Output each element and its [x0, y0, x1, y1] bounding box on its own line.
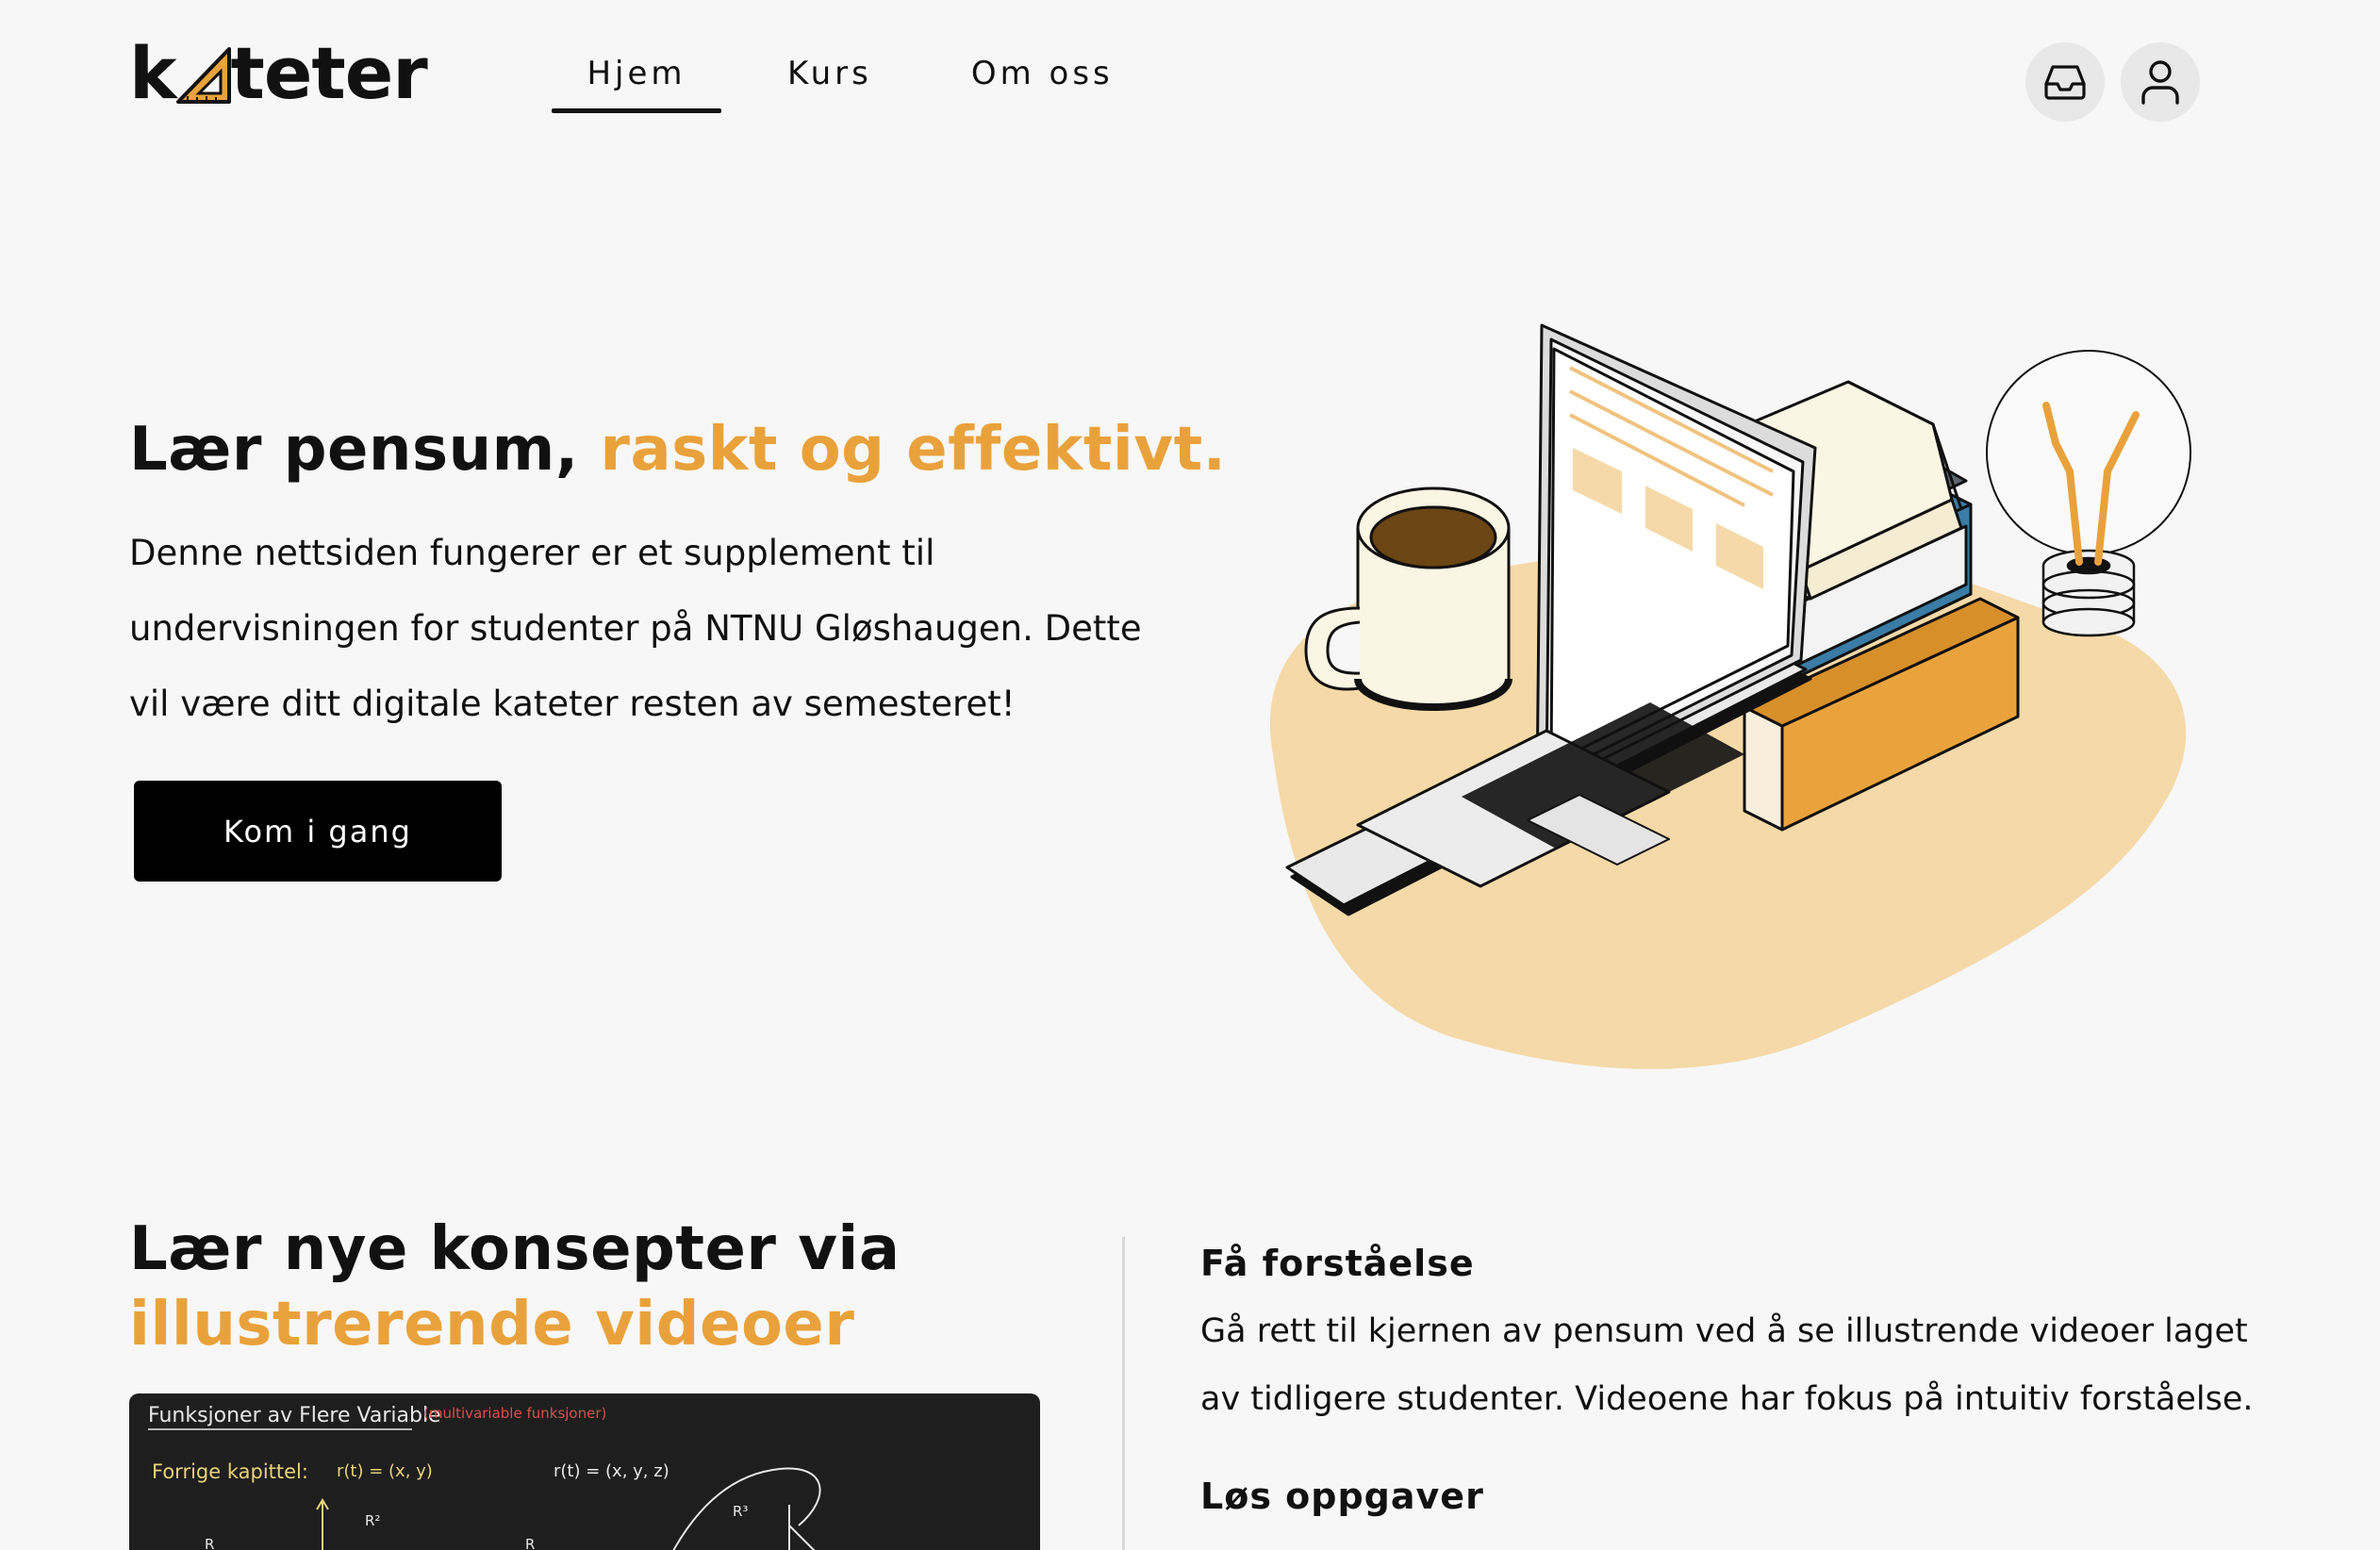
nav-item-kurs[interactable]: Kurs: [787, 55, 872, 113]
coffee-mug: [1304, 486, 1512, 711]
nav-item-hjem[interactable]: Hjem: [552, 55, 721, 113]
hero-description: Denne nettsiden fungerer er et supplemen…: [129, 533, 1142, 724]
video-heading-note: (multivariable funksjoner): [423, 1405, 606, 1422]
feature-title-understanding: Få forståelse: [1200, 1243, 1475, 1284]
logo[interactable]: k teter: [129, 31, 428, 115]
video-axis-label-2: R²: [365, 1512, 380, 1529]
hero-title-accent: raskt og effektivt.: [600, 415, 1227, 485]
hero-illustration: [1269, 323, 2191, 1069]
video-axis-label-3: R: [525, 1536, 535, 1550]
user-icon: [2141, 60, 2179, 105]
main-nav: Hjem Kurs Om oss: [552, 55, 1114, 113]
section2-title-plain: Lær nye konsepter via: [129, 1214, 901, 1284]
video-thumbnail[interactable]: Funksjoner av Flere Variable (multivaria…: [129, 1393, 1040, 1550]
light-bulb: [1986, 350, 2191, 637]
header: k teter Hjem Kurs Om oss: [0, 0, 2380, 170]
nav-item-om-oss[interactable]: Om oss: [971, 55, 1114, 113]
video-formula-2: r(t) = (x, y, z): [554, 1461, 669, 1481]
hero-title-plain: Lær pensum,: [129, 415, 601, 485]
hero-title: Lær pensum, raskt og effektivt.: [129, 415, 1226, 485]
logo-text-end: teter: [230, 31, 428, 115]
video-axis-label-4: R³: [733, 1503, 748, 1520]
get-started-button[interactable]: Kom i gang: [134, 781, 502, 882]
video-formula-1: r(t) = (x, y): [337, 1461, 433, 1481]
feature-description-understanding: Gå rett til kjernen av pensum ved å se i…: [1200, 1312, 2254, 1418]
video-heading: Funksjoner av Flere Variable: [148, 1404, 441, 1427]
section2-title: Lær nye konsepter via illustrerende vide…: [129, 1212, 1072, 1362]
section-divider: [1122, 1237, 1125, 1550]
set-square-icon: [175, 47, 231, 104]
feature-title-exercises: Løs oppgaver: [1200, 1476, 1484, 1517]
user-button[interactable]: [2121, 42, 2200, 122]
logo-text-start: k: [129, 31, 177, 115]
section2-title-accent: illustrerende videoer: [129, 1290, 855, 1360]
blackboard-drawing: Funksjoner av Flere Variable (multivaria…: [148, 1404, 821, 1550]
video-label-previous: Forrige kapittel:: [152, 1460, 308, 1483]
video-axis-label-1: R: [205, 1536, 214, 1550]
inbox-button[interactable]: [2025, 42, 2105, 122]
inbox-icon: [2044, 65, 2086, 100]
